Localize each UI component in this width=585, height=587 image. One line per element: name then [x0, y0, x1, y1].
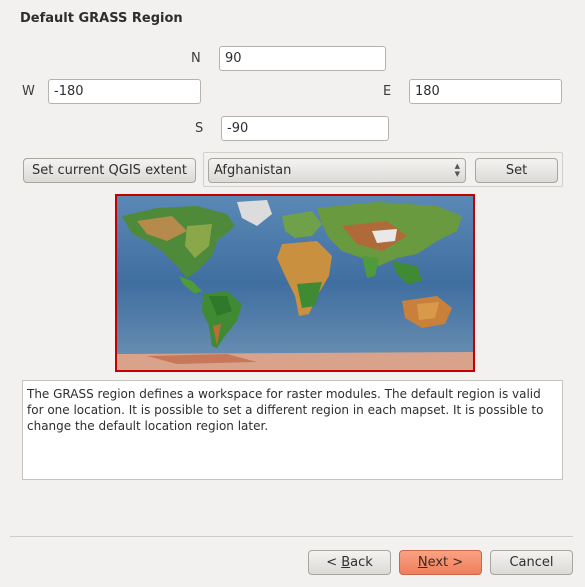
- cancel-button[interactable]: Cancel: [490, 550, 573, 575]
- south-input[interactable]: [221, 116, 389, 141]
- region-select-value: Afghanistan: [214, 163, 292, 178]
- west-label: W: [22, 84, 35, 99]
- world-map[interactable]: [115, 194, 475, 372]
- south-label: S: [195, 121, 204, 136]
- north-input[interactable]: [219, 46, 386, 71]
- next-rest: ext >: [427, 555, 464, 570]
- next-button[interactable]: Next >: [399, 550, 482, 575]
- set-region-button[interactable]: Set: [475, 158, 558, 183]
- back-mnemonic: B: [341, 555, 351, 570]
- west-input[interactable]: [48, 79, 201, 104]
- world-map-image: [117, 196, 473, 370]
- page-title: Default GRASS Region: [20, 11, 183, 26]
- region-description: The GRASS region defines a workspace for…: [22, 380, 563, 480]
- north-label: N: [191, 51, 201, 66]
- back-prefix: <: [326, 555, 342, 570]
- back-rest: ack: [350, 555, 373, 570]
- east-input[interactable]: [409, 79, 562, 104]
- back-button[interactable]: < Back: [308, 550, 391, 575]
- east-label: E: [383, 84, 392, 99]
- set-current-qgis-extent-button[interactable]: Set current QGIS extent: [23, 158, 196, 183]
- region-select[interactable]: Afghanistan ▲ ▼: [208, 158, 466, 183]
- up-down-arrows-icon: ▲ ▼: [454, 162, 460, 178]
- footer-separator: [10, 536, 573, 537]
- next-mnemonic: N: [417, 555, 428, 570]
